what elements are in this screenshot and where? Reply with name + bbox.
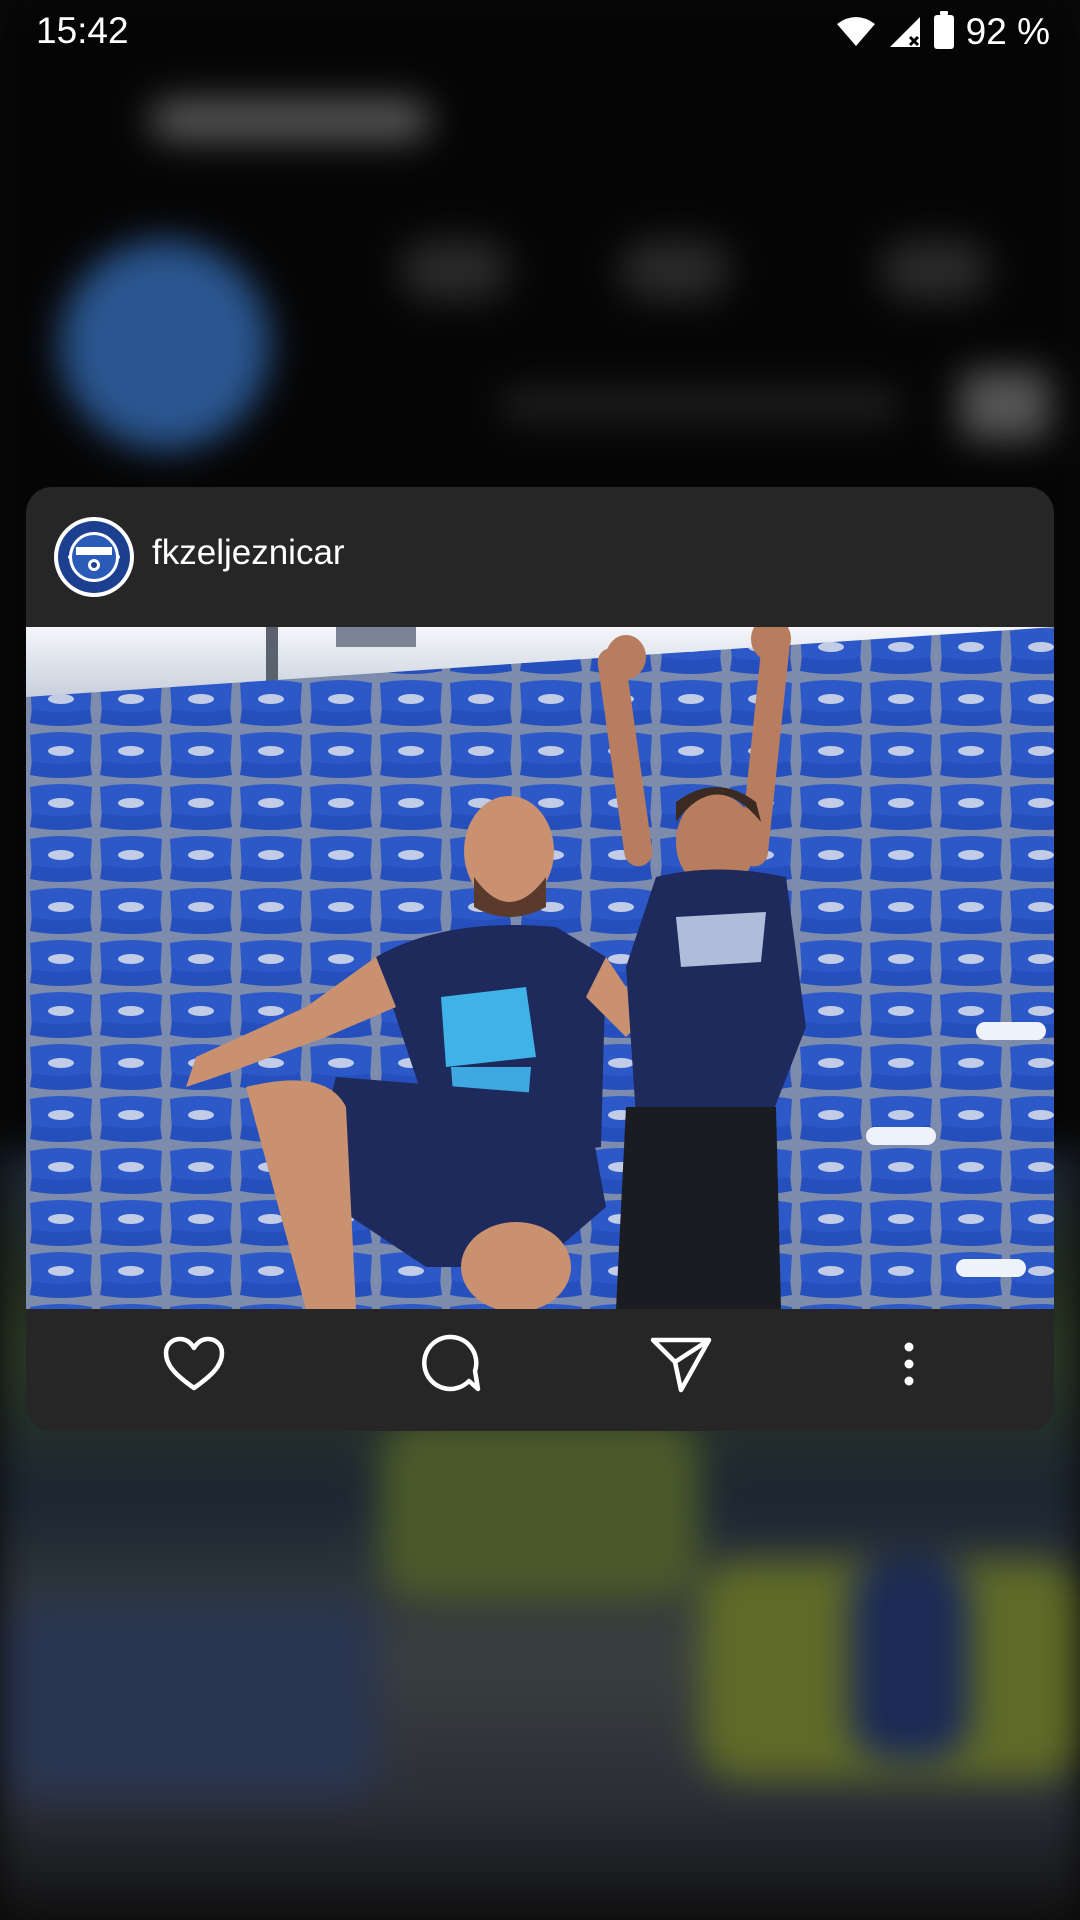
- post-photo: [26, 627, 1054, 1309]
- send-icon: [650, 1337, 712, 1393]
- heart-icon: [163, 1336, 225, 1391]
- battery-percent: 92 %: [965, 11, 1050, 52]
- username[interactable]: fkzeljeznicar: [152, 533, 345, 573]
- like-button[interactable]: [139, 1309, 249, 1419]
- post-actions-bar: [26, 1309, 1054, 1431]
- status-time: 15:42: [36, 10, 129, 51]
- share-button[interactable]: [626, 1309, 736, 1419]
- signal-icon: [889, 17, 920, 47]
- status-bar: 15:42 92 %: [0, 0, 1080, 64]
- post-preview-card[interactable]: fkzeljeznicar: [26, 487, 1054, 1431]
- wifi-icon: [836, 17, 875, 46]
- club-crest-icon[interactable]: [54, 517, 134, 597]
- comment-icon: [422, 1334, 481, 1392]
- battery-icon: [933, 11, 954, 49]
- more-vertical-icon: [904, 1342, 914, 1386]
- more-options-button[interactable]: [854, 1309, 964, 1419]
- comment-button[interactable]: [396, 1309, 506, 1419]
- post-header[interactable]: fkzeljeznicar: [26, 487, 1054, 627]
- screen: 15:42 92 % fkzeljeznicar: [0, 0, 1080, 1920]
- status-icons: 92 %: [836, 11, 1050, 52]
